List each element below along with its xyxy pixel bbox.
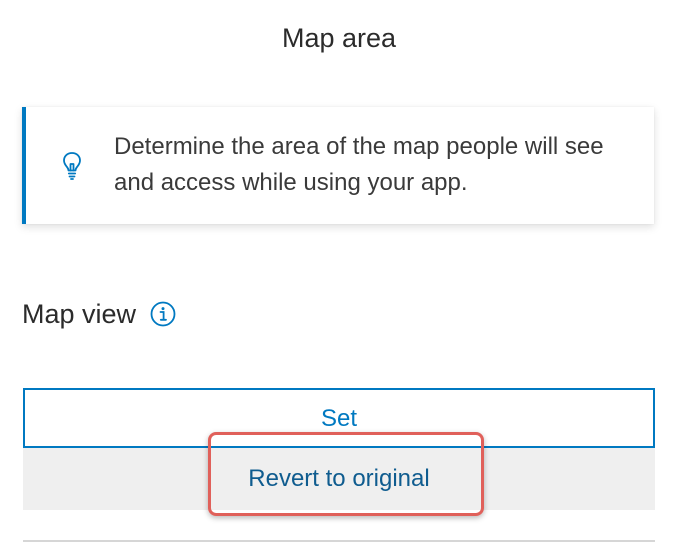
page-title: Map area [281, 23, 397, 53]
divider [23, 540, 655, 542]
map-view-label: Map view [22, 299, 137, 329]
set-button[interactable]: Set [23, 388, 655, 448]
lightbulb-icon [62, 151, 82, 181]
info-icon[interactable] [150, 301, 176, 327]
revert-to-original-button[interactable]: Revert to original [23, 448, 655, 510]
tip-text: Determine the area of the map people wil… [114, 133, 604, 196]
map-view-header: Map view [22, 294, 176, 334]
revert-row: Revert to original [23, 448, 655, 510]
tip-card: Determine the area of the map people wil… [22, 107, 654, 224]
